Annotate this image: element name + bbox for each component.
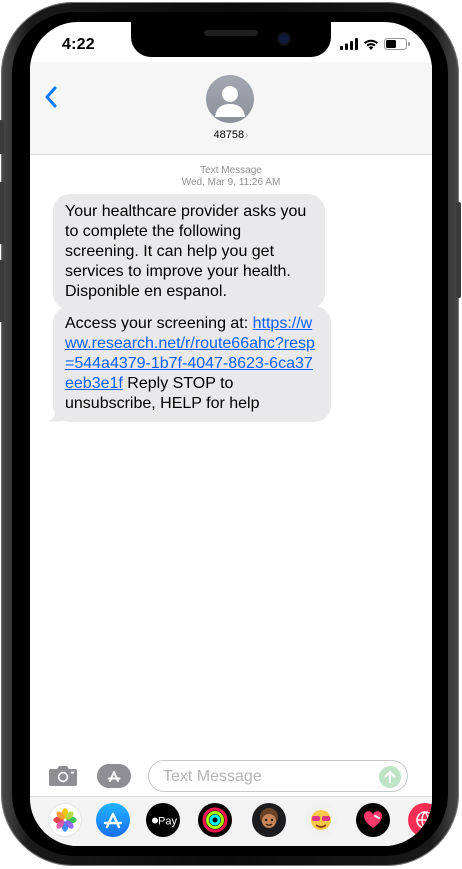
- bubble-tail: [48, 406, 66, 422]
- conversation-header: 48758›: [30, 62, 432, 155]
- message-input[interactable]: Text Message: [148, 760, 408, 792]
- message-input-placeholder: Text Message: [163, 768, 262, 785]
- volume-down-button: [0, 260, 4, 322]
- message-bubble[interactable]: Your healthcare provider asks you to com…: [53, 194, 325, 310]
- status-time: 4:22: [62, 36, 95, 53]
- message-bubble[interactable]: Access your screening at: https://www.re…: [48, 306, 331, 422]
- camera-icon: [49, 766, 77, 786]
- app-store-icon: [107, 771, 121, 782]
- battery-icon: [384, 38, 410, 50]
- person-silhouette-icon: [215, 86, 245, 117]
- wifi-icon: [364, 39, 378, 50]
- compose-bar: Text Message: [30, 758, 432, 796]
- speaker-grille: [204, 30, 258, 36]
- volume-up-button: [0, 182, 4, 244]
- apps-button[interactable]: [97, 764, 131, 788]
- timestamp-label: Text Message: [200, 165, 262, 176]
- memoji-app-icon[interactable]: [252, 803, 286, 837]
- activity-app-icon[interactable]: [198, 803, 232, 837]
- web-search-app-icon[interactable]: [408, 803, 432, 837]
- power-button: [456, 202, 461, 298]
- front-camera: [279, 34, 289, 44]
- photos-app-icon[interactable]: [48, 803, 82, 837]
- contact-name[interactable]: 48758›: [30, 129, 432, 141]
- app-drawer: Pay: [30, 796, 432, 846]
- camera-button[interactable]: [48, 763, 78, 792]
- message-text: Your healthcare provider asks you to com…: [65, 203, 307, 300]
- arrow-up-icon: [384, 770, 396, 784]
- message-timestamp: Text Message Wed, Mar 9, 11:26 AM: [30, 165, 432, 189]
- contact-number: 48758: [213, 129, 245, 141]
- silent-switch: [0, 120, 4, 154]
- animoji-app-icon[interactable]: [304, 803, 338, 837]
- notch: [131, 22, 331, 57]
- back-button[interactable]: [44, 86, 58, 113]
- chevron-right-icon: ›: [245, 130, 249, 141]
- app-store-app-icon[interactable]: [96, 803, 130, 837]
- phone-screen: 4:22 48758› Text Message Wed, Mar 9, 11:…: [30, 22, 432, 846]
- apple-pay-app-icon[interactable]: Pay: [146, 803, 180, 837]
- status-icons: [340, 38, 410, 50]
- message-text-prefix: Access your screening at:: [65, 315, 253, 332]
- digital-touch-app-icon[interactable]: [356, 803, 390, 837]
- send-button[interactable]: [379, 766, 401, 788]
- svg-text:Pay: Pay: [158, 816, 177, 828]
- timestamp-date: Wed, Mar 9, 11:26 AM: [181, 177, 281, 188]
- cellular-signal-icon: [340, 38, 358, 50]
- chevron-left-icon: [45, 86, 57, 108]
- contact-avatar[interactable]: [206, 75, 254, 123]
